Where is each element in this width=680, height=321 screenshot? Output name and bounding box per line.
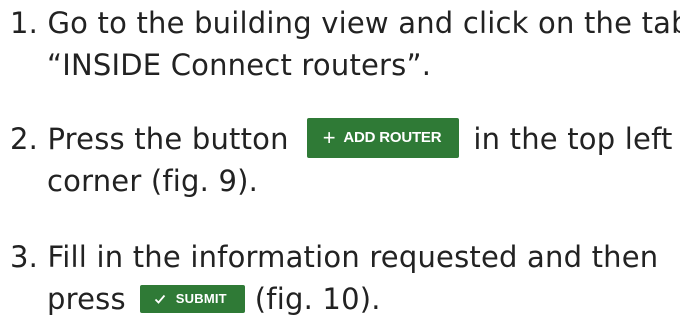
step-text: Go to the building view and click on the…	[47, 6, 680, 40]
instruction-step-1: 1. Go to the building view and click on …	[10, 2, 680, 86]
submit-button[interactable]: Submit	[139, 285, 245, 313]
step-text: Fill in the information requested and th…	[47, 240, 659, 274]
step-number: 1.	[10, 6, 39, 40]
step-text-continued: “INSIDE Connect routers”.	[47, 48, 432, 82]
step-text-before: press	[47, 282, 126, 316]
step-text-continued: corner (fig. 9).	[47, 164, 259, 198]
plus-icon: +	[322, 125, 336, 150]
submit-label: Submit	[175, 291, 227, 306]
step-number: 3.	[10, 240, 39, 274]
add-router-button[interactable]: + Add router	[306, 118, 460, 158]
step-text: Press the button	[47, 122, 289, 156]
add-router-label: Add router	[343, 129, 442, 146]
step-text-after: (fig. 10).	[254, 282, 381, 316]
step-number: 2.	[10, 122, 39, 156]
step-text-after: in the top left	[473, 122, 673, 156]
instruction-step-2: 2. Press the button + Add router in the top…	[10, 118, 673, 202]
instruction-step-3: 3. Fill in the information requested and…	[10, 236, 658, 320]
checkmark-icon	[154, 294, 165, 304]
